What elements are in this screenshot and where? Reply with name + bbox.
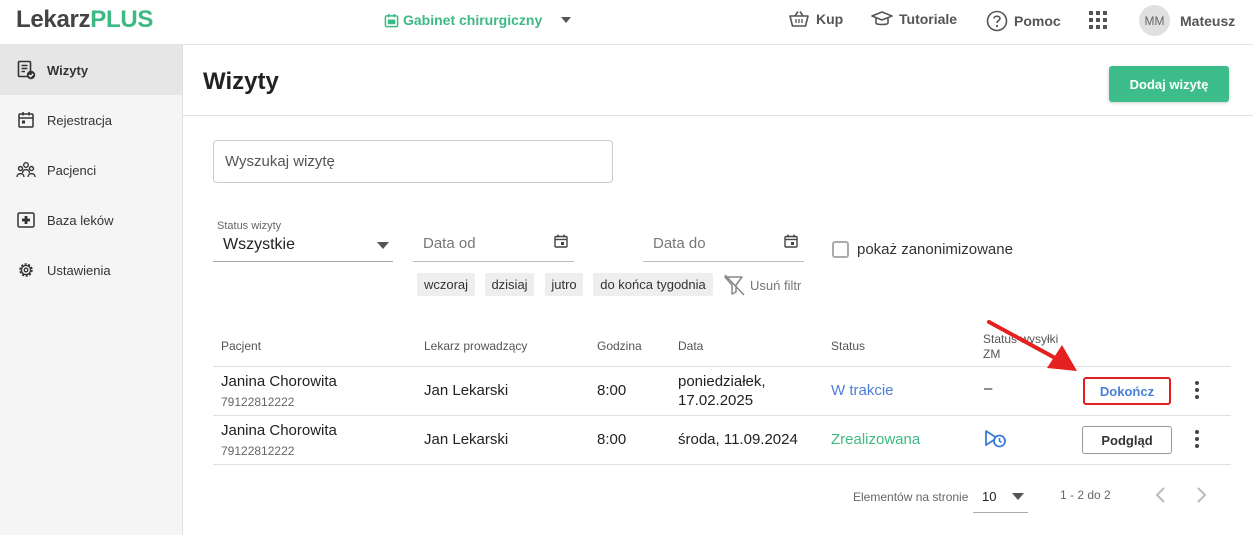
sidebar-item-drug-base[interactable]: Baza leków [0,195,182,245]
status-filter-select[interactable]: Wszystkie [213,233,393,262]
apps-grid-icon[interactable] [1089,11,1107,29]
visit-date: środa, 11.09.2024 [678,431,798,448]
col-header-date[interactable]: Data [678,339,703,353]
avatar[interactable]: MM [1139,5,1170,36]
clear-filter-button[interactable]: Usuń filtr [722,273,801,297]
visit-status: W trakcie [831,382,894,399]
per-page-select[interactable]: 10 [973,482,1028,513]
nav-tutorials-label: Tutoriale [899,11,958,27]
per-page-label: Elementów na stronie [853,490,969,504]
nav-help[interactable]: Pomoc [986,10,1061,32]
visit-time: 8:00 [597,382,627,399]
sidebar-item-patients[interactable]: Pacjenci [0,145,182,195]
patient-pesel: 79122812222 [221,395,295,409]
chip-yesterday[interactable]: wczoraj [417,273,475,296]
sidebar-item-settings[interactable]: Ustawienia [0,245,182,295]
more-vert-icon[interactable] [1190,427,1204,451]
help-circle-icon [986,10,1008,32]
nav-tutorials[interactable]: Tutoriale [871,10,957,28]
doctor-name: Jan Lekarski [424,431,509,448]
sidebar-item-label: Ustawienia [47,262,111,278]
per-page-value: 10 [982,489,997,504]
page-title: Wizyty [203,68,279,95]
calendar-icon[interactable] [784,234,798,248]
more-vert-icon[interactable] [1190,378,1204,402]
col-header-time[interactable]: Godzina [597,339,642,353]
sidebar-item-visits[interactable]: Wizyty [0,45,182,95]
sidebar-item-registration[interactable]: Rejestracja [0,95,182,145]
clear-filter-label: Usuń filtr [750,277,802,293]
patient-name[interactable]: Janina Chorowita [221,373,337,390]
status-filter-value: Wszystkie [223,236,295,253]
header-divider [183,115,1253,116]
chip-today[interactable]: dzisiaj [485,273,534,296]
graduation-cap-icon [871,11,893,26]
doctor-name: Jan Lekarski [424,382,509,399]
chip-end-of-week[interactable]: do końca tygodnia [593,273,713,296]
add-visit-button[interactable]: Dodaj wizytę [1109,66,1229,102]
pending-send-icon[interactable] [984,429,1008,449]
clinic-selector[interactable]: Gabinet chirurgiczny [384,12,572,28]
calendar-icon[interactable] [554,234,568,248]
visit-status: Zrealizowana [831,431,921,448]
status-filter-label: Status wizyty [217,220,282,232]
col-header-status[interactable]: Status [831,339,865,353]
calendar-check-icon [384,13,399,27]
nav-buy[interactable]: Kup [788,10,843,28]
patients-icon [16,162,36,178]
annotation-arrow [987,320,1077,371]
patient-pesel: 79122812222 [221,444,295,458]
user-name[interactable]: Mateusz [1180,13,1235,29]
show-anonymized-checkbox[interactable] [832,241,849,258]
filter-off-icon [724,274,745,296]
chevron-right-icon[interactable] [1193,485,1209,505]
chevron-down-icon [561,17,572,23]
patient-name[interactable]: Janina Chorowita [221,422,337,439]
chevron-down-icon [1012,493,1024,500]
chip-tomorrow[interactable]: jutro [545,273,583,296]
date-from-field[interactable]: Data od [413,232,574,262]
medkit-icon [17,212,35,228]
preview-visit-button[interactable]: Podgląd [1082,426,1172,454]
date-to-placeholder: Data do [653,235,706,252]
gear-icon [19,263,33,277]
logo-text-plus: PLUS [90,6,154,33]
col-header-patient[interactable]: Pacjent [221,339,261,353]
nav-help-label: Pomoc [1014,13,1061,29]
date-to-field[interactable]: Data do [643,232,804,262]
show-anonymized-label[interactable]: pokaż zanonimizowane [857,241,1013,258]
nav-buy-label: Kup [816,11,844,27]
col-header-doctor[interactable]: Lekarz prowadzący [424,339,527,353]
clinic-name: Gabinet chirurgiczny [403,12,543,28]
table-row-divider [213,464,1231,465]
zm-status: – [984,380,993,397]
page-range: 1 - 2 do 2 [1060,488,1111,502]
sidebar-item-label: Rejestracja [47,112,113,128]
visit-time: 8:00 [597,431,627,448]
visits-clipboard-icon [17,60,36,80]
chevron-down-icon [377,242,389,249]
logo-text-lekarz: Lekarz [16,6,91,33]
finish-visit-button[interactable]: Dokończ [1083,377,1171,405]
table-row-divider [213,415,1231,416]
calendar-icon [18,112,34,128]
app-logo[interactable]: LekarzPLUS [16,6,153,34]
basket-icon [789,11,809,27]
date-from-placeholder: Data od [423,235,476,252]
chevron-left-icon[interactable] [1153,485,1169,505]
top-bar: LekarzPLUS Gabinet chirurgiczny Kup Tuto… [0,0,1253,45]
search-input[interactable] [213,140,613,183]
visit-date: 17.02.2025 [678,392,754,409]
sidebar-item-label: Wizyty [47,62,89,78]
visit-date-day: poniedziałek, [678,373,766,390]
sidebar-item-label: Pacjenci [47,162,97,178]
sidebar: Wizyty Rejestracja Pacjenci Baza leków U… [0,45,183,535]
sidebar-item-label: Baza leków [47,212,114,228]
